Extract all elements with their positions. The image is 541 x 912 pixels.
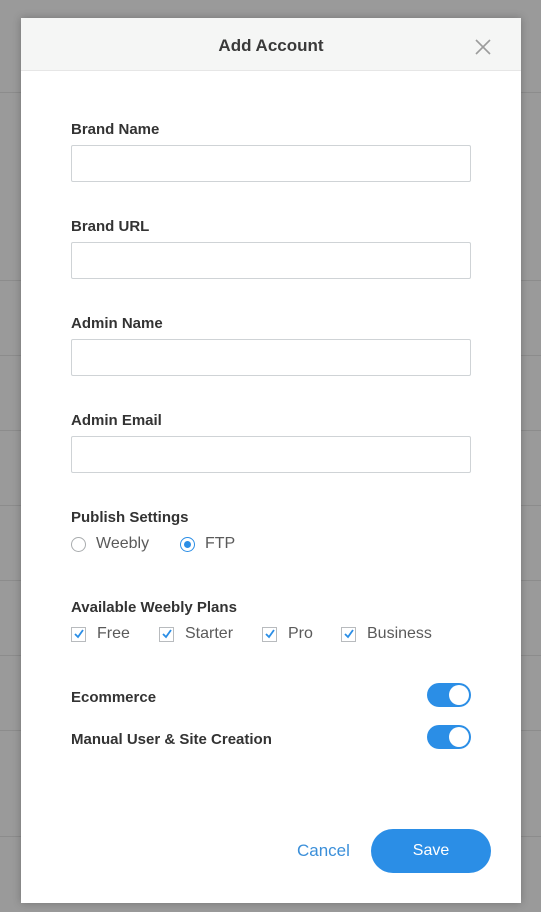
brand-name-input[interactable]: [71, 145, 471, 182]
starter-checkbox-label: Starter: [185, 625, 234, 642]
manual-user-site-creation-label: Manual User & Site Creation: [71, 731, 272, 748]
ftp-radio[interactable]: [180, 536, 195, 552]
add-account-dialog: Add Account Brand Name Brand URL Admin N…: [21, 18, 521, 903]
starter-checkbox[interactable]: [159, 626, 174, 642]
publish-option-weebly[interactable]: Weebly: [71, 535, 149, 553]
plan-option-free[interactable]: Free: [71, 625, 130, 643]
check-icon: [162, 628, 172, 638]
free-checkbox-label: Free: [97, 625, 130, 642]
plan-option-starter[interactable]: Starter: [159, 625, 233, 643]
admin-email-label: Admin Email: [71, 412, 162, 429]
check-icon: [265, 628, 275, 638]
brand-url-input[interactable]: [71, 242, 471, 279]
available-plans-label: Available Weebly Plans: [71, 599, 237, 616]
pro-checkbox-label: Pro: [288, 625, 313, 642]
weebly-radio-label: Weebly: [96, 535, 150, 552]
toggle-knob: [449, 727, 469, 747]
business-checkbox[interactable]: [341, 626, 356, 642]
save-button[interactable]: Save: [371, 829, 491, 873]
plan-option-pro[interactable]: Pro: [262, 625, 313, 643]
admin-email-input[interactable]: [71, 436, 471, 473]
manual-user-site-creation-toggle[interactable]: [427, 725, 471, 749]
close-button[interactable]: [474, 38, 492, 56]
publish-settings-label: Publish Settings: [71, 509, 189, 526]
ftp-radio-label: FTP: [205, 535, 236, 552]
admin-name-input[interactable]: [71, 339, 471, 376]
ecommerce-label: Ecommerce: [71, 689, 157, 706]
close-icon: [475, 39, 491, 55]
cancel-button[interactable]: Cancel: [297, 841, 350, 861]
brand-name-label: Brand Name: [71, 121, 160, 138]
check-icon: [74, 628, 84, 638]
ecommerce-toggle[interactable]: [427, 683, 471, 707]
dialog-title: Add Account: [218, 36, 324, 55]
brand-url-label: Brand URL: [71, 218, 150, 235]
weebly-radio[interactable]: [71, 536, 86, 552]
dialog-header: Add Account: [21, 18, 521, 71]
plan-option-business[interactable]: Business: [341, 625, 432, 643]
check-icon: [344, 628, 354, 638]
publish-option-ftp[interactable]: FTP: [180, 535, 235, 553]
pro-checkbox[interactable]: [262, 626, 277, 642]
toggle-knob: [449, 685, 469, 705]
free-checkbox[interactable]: [71, 626, 86, 642]
business-checkbox-label: Business: [367, 625, 432, 642]
admin-name-label: Admin Name: [71, 315, 163, 332]
